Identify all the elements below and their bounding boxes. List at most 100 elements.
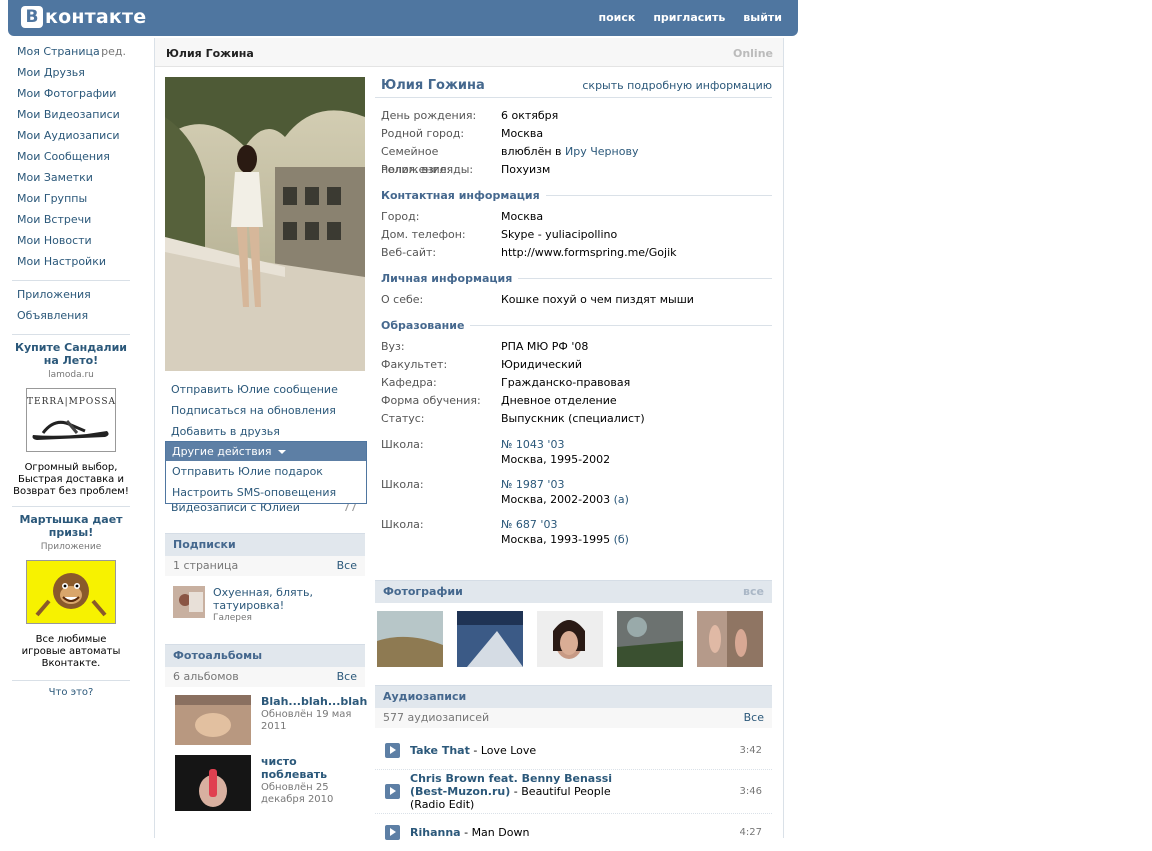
nav-friends[interactable]: Мои Друзья — [12, 65, 130, 86]
website-link[interactable]: http://www.formspring.me/Gojik — [501, 244, 677, 262]
photos-title[interactable]: Фотографии — [383, 581, 463, 603]
section-header[interactable]: Фотографии все — [375, 580, 772, 603]
nav-apps[interactable]: Приложения — [12, 287, 130, 308]
photo-thumb[interactable] — [537, 611, 603, 667]
ad-image-sandal[interactable]: TERRA|MPOSSA — [26, 388, 116, 452]
nav-label[interactable]: Мои Друзья — [17, 65, 85, 86]
nav-videos[interactable]: Мои Видеозаписи — [12, 107, 130, 128]
school-class-link[interactable]: (а) — [614, 493, 629, 506]
nav-label[interactable]: Мои Сообщения — [17, 149, 110, 170]
ad-block-sandals[interactable]: Купите Сандалии на Лето! lamoda.ru TERRA… — [12, 341, 130, 498]
ad-block-monkey[interactable]: Мартышка дает призы! Приложение Все люби… — [12, 513, 130, 670]
nav-messages[interactable]: Мои Сообщения — [12, 149, 130, 170]
info-value[interactable]: Выпускник (специалист) — [501, 410, 645, 428]
logout-link[interactable]: выйти — [743, 11, 782, 24]
subscription-title[interactable]: Охуенная, блять, татуировка! — [213, 586, 333, 612]
section-header[interactable]: Аудиозаписи — [375, 685, 772, 708]
nav-label[interactable]: Моя Страница — [17, 44, 100, 65]
nav-label[interactable]: Объявления — [17, 308, 88, 329]
profile-name: Юлия Гожина — [381, 77, 485, 93]
hide-info-link[interactable]: скрыть подробную информацию — [582, 79, 772, 92]
section-header[interactable]: Подписки — [165, 533, 365, 556]
album-item[interactable]: Blah...blah...blah Обновлён 19 мая 2011 — [165, 687, 367, 747]
logo-text: контакте — [45, 6, 147, 28]
send-gift-link[interactable]: Отправить Юлие подарок — [166, 461, 366, 482]
ad-title[interactable]: Мартышка дает призы! — [12, 513, 130, 539]
send-message-link[interactable]: Отправить Юлие сообщение — [165, 379, 365, 400]
nav-settings[interactable]: Мои Настройки — [12, 254, 130, 275]
nav-label[interactable]: Мои Фотографии — [17, 86, 116, 107]
album-cover[interactable] — [175, 755, 251, 811]
subscribe-link[interactable]: Подписаться на обновления — [165, 400, 365, 421]
monkey-icon — [35, 573, 107, 617]
nav-label[interactable]: Мои Заметки — [17, 170, 93, 191]
albums-all-link[interactable]: Все — [337, 667, 357, 687]
photo-thumb[interactable] — [697, 611, 763, 667]
partner-link[interactable]: Иру Чернову — [565, 145, 638, 158]
subscription-item[interactable]: Охуенная, блять, татуировка! Галерея — [165, 576, 365, 636]
nav-my-page[interactable]: Моя Страница ред. — [12, 44, 130, 65]
school-link[interactable]: № 1043 '03 — [501, 437, 610, 452]
play-icon[interactable] — [385, 743, 400, 758]
nav-label[interactable]: Мои Видеозаписи — [17, 107, 120, 128]
nav-events[interactable]: Мои Встречи — [12, 212, 130, 233]
track-artist[interactable]: Rihanna — [410, 826, 461, 839]
info-value[interactable]: 6 октября — [501, 107, 558, 125]
relationship-text: влюблён в — [501, 145, 566, 158]
sms-settings-link[interactable]: Настроить SMS-оповещения — [166, 482, 366, 503]
nav-label[interactable]: Мои Аудиозаписи — [17, 128, 120, 149]
add-friend-link[interactable]: Добавить в друзья — [165, 421, 365, 442]
play-icon[interactable] — [385, 825, 400, 840]
section-header[interactable]: Фотоальбомы — [165, 644, 365, 667]
info-row-hometown: Родной город: Москва — [375, 125, 772, 143]
photos-all-link[interactable]: все — [743, 581, 764, 603]
search-link[interactable]: поиск — [598, 11, 635, 24]
info-value[interactable]: Москва — [501, 125, 543, 143]
photo-thumb[interactable] — [617, 611, 683, 667]
school-class-link[interactable]: (б) — [614, 533, 629, 546]
nav-label[interactable]: Мои Встречи — [17, 212, 91, 233]
album-name[interactable]: Blah...blah...blah — [261, 695, 367, 708]
track-artist[interactable]: Take That — [410, 744, 470, 757]
divider — [545, 194, 772, 196]
nav-edit-link[interactable]: ред. — [101, 44, 126, 65]
info-value[interactable]: Юридический — [501, 356, 582, 374]
photo-thumb[interactable] — [377, 611, 443, 667]
invite-link[interactable]: пригласить — [653, 11, 725, 24]
school-link[interactable]: № 1987 '03 — [501, 477, 629, 492]
photo-thumb[interactable] — [457, 611, 523, 667]
what-is-this-link[interactable]: Что это? — [12, 687, 130, 698]
vk-logo[interactable]: B контакте — [21, 5, 146, 29]
info-row-birthday: День рождения: 6 октября — [375, 107, 772, 125]
other-actions-dropdown[interactable]: Другие действия Отправить Юлие подарок Н… — [165, 441, 367, 504]
play-icon[interactable] — [385, 784, 400, 799]
info-value[interactable]: Гражданско-правовая — [501, 374, 630, 392]
nav-ads[interactable]: Объявления — [12, 308, 130, 329]
nav-label[interactable]: Приложения — [17, 287, 91, 308]
profile-avatar[interactable] — [165, 77, 365, 371]
ad-title[interactable]: Купите Сандалии на Лето! — [12, 341, 130, 367]
nav-groups[interactable]: Мои Группы — [12, 191, 130, 212]
nav-photos[interactable]: Мои Фотографии — [12, 86, 130, 107]
info-value[interactable]: РПА МЮ РФ '08 — [501, 338, 588, 356]
nav-label[interactable]: Мои Новости — [17, 233, 92, 254]
info-value[interactable]: Дневное отделение — [501, 392, 617, 410]
nav-news[interactable]: Мои Новости — [12, 233, 130, 254]
album-cover[interactable] — [175, 695, 251, 745]
nav-notes[interactable]: Мои Заметки — [12, 170, 130, 191]
audio-all-link[interactable]: Все — [744, 708, 764, 728]
nav-label[interactable]: Мои Группы — [17, 191, 87, 212]
nav-label[interactable]: Мои Настройки — [17, 254, 106, 275]
subs-all-link[interactable]: Все — [337, 556, 357, 576]
album-name[interactable]: чисто поблевать — [261, 755, 356, 781]
ad-image-monkey[interactable] — [26, 560, 116, 624]
school-years-text: Москва, 1993-1995 — [501, 533, 611, 546]
subscription-thumb[interactable] — [173, 586, 205, 618]
album-item[interactable]: чисто поблевать Обновлён 25 декабря 2010 — [165, 747, 365, 813]
nav-audio[interactable]: Мои Аудиозаписи — [12, 128, 130, 149]
info-value[interactable]: Похуизм — [501, 161, 550, 179]
other-actions-button[interactable]: Другие действия — [166, 442, 366, 461]
school-link[interactable]: № 687 '03 — [501, 517, 629, 532]
info-row-city: Город: Москва — [375, 208, 772, 226]
info-value[interactable]: Москва — [501, 208, 543, 226]
